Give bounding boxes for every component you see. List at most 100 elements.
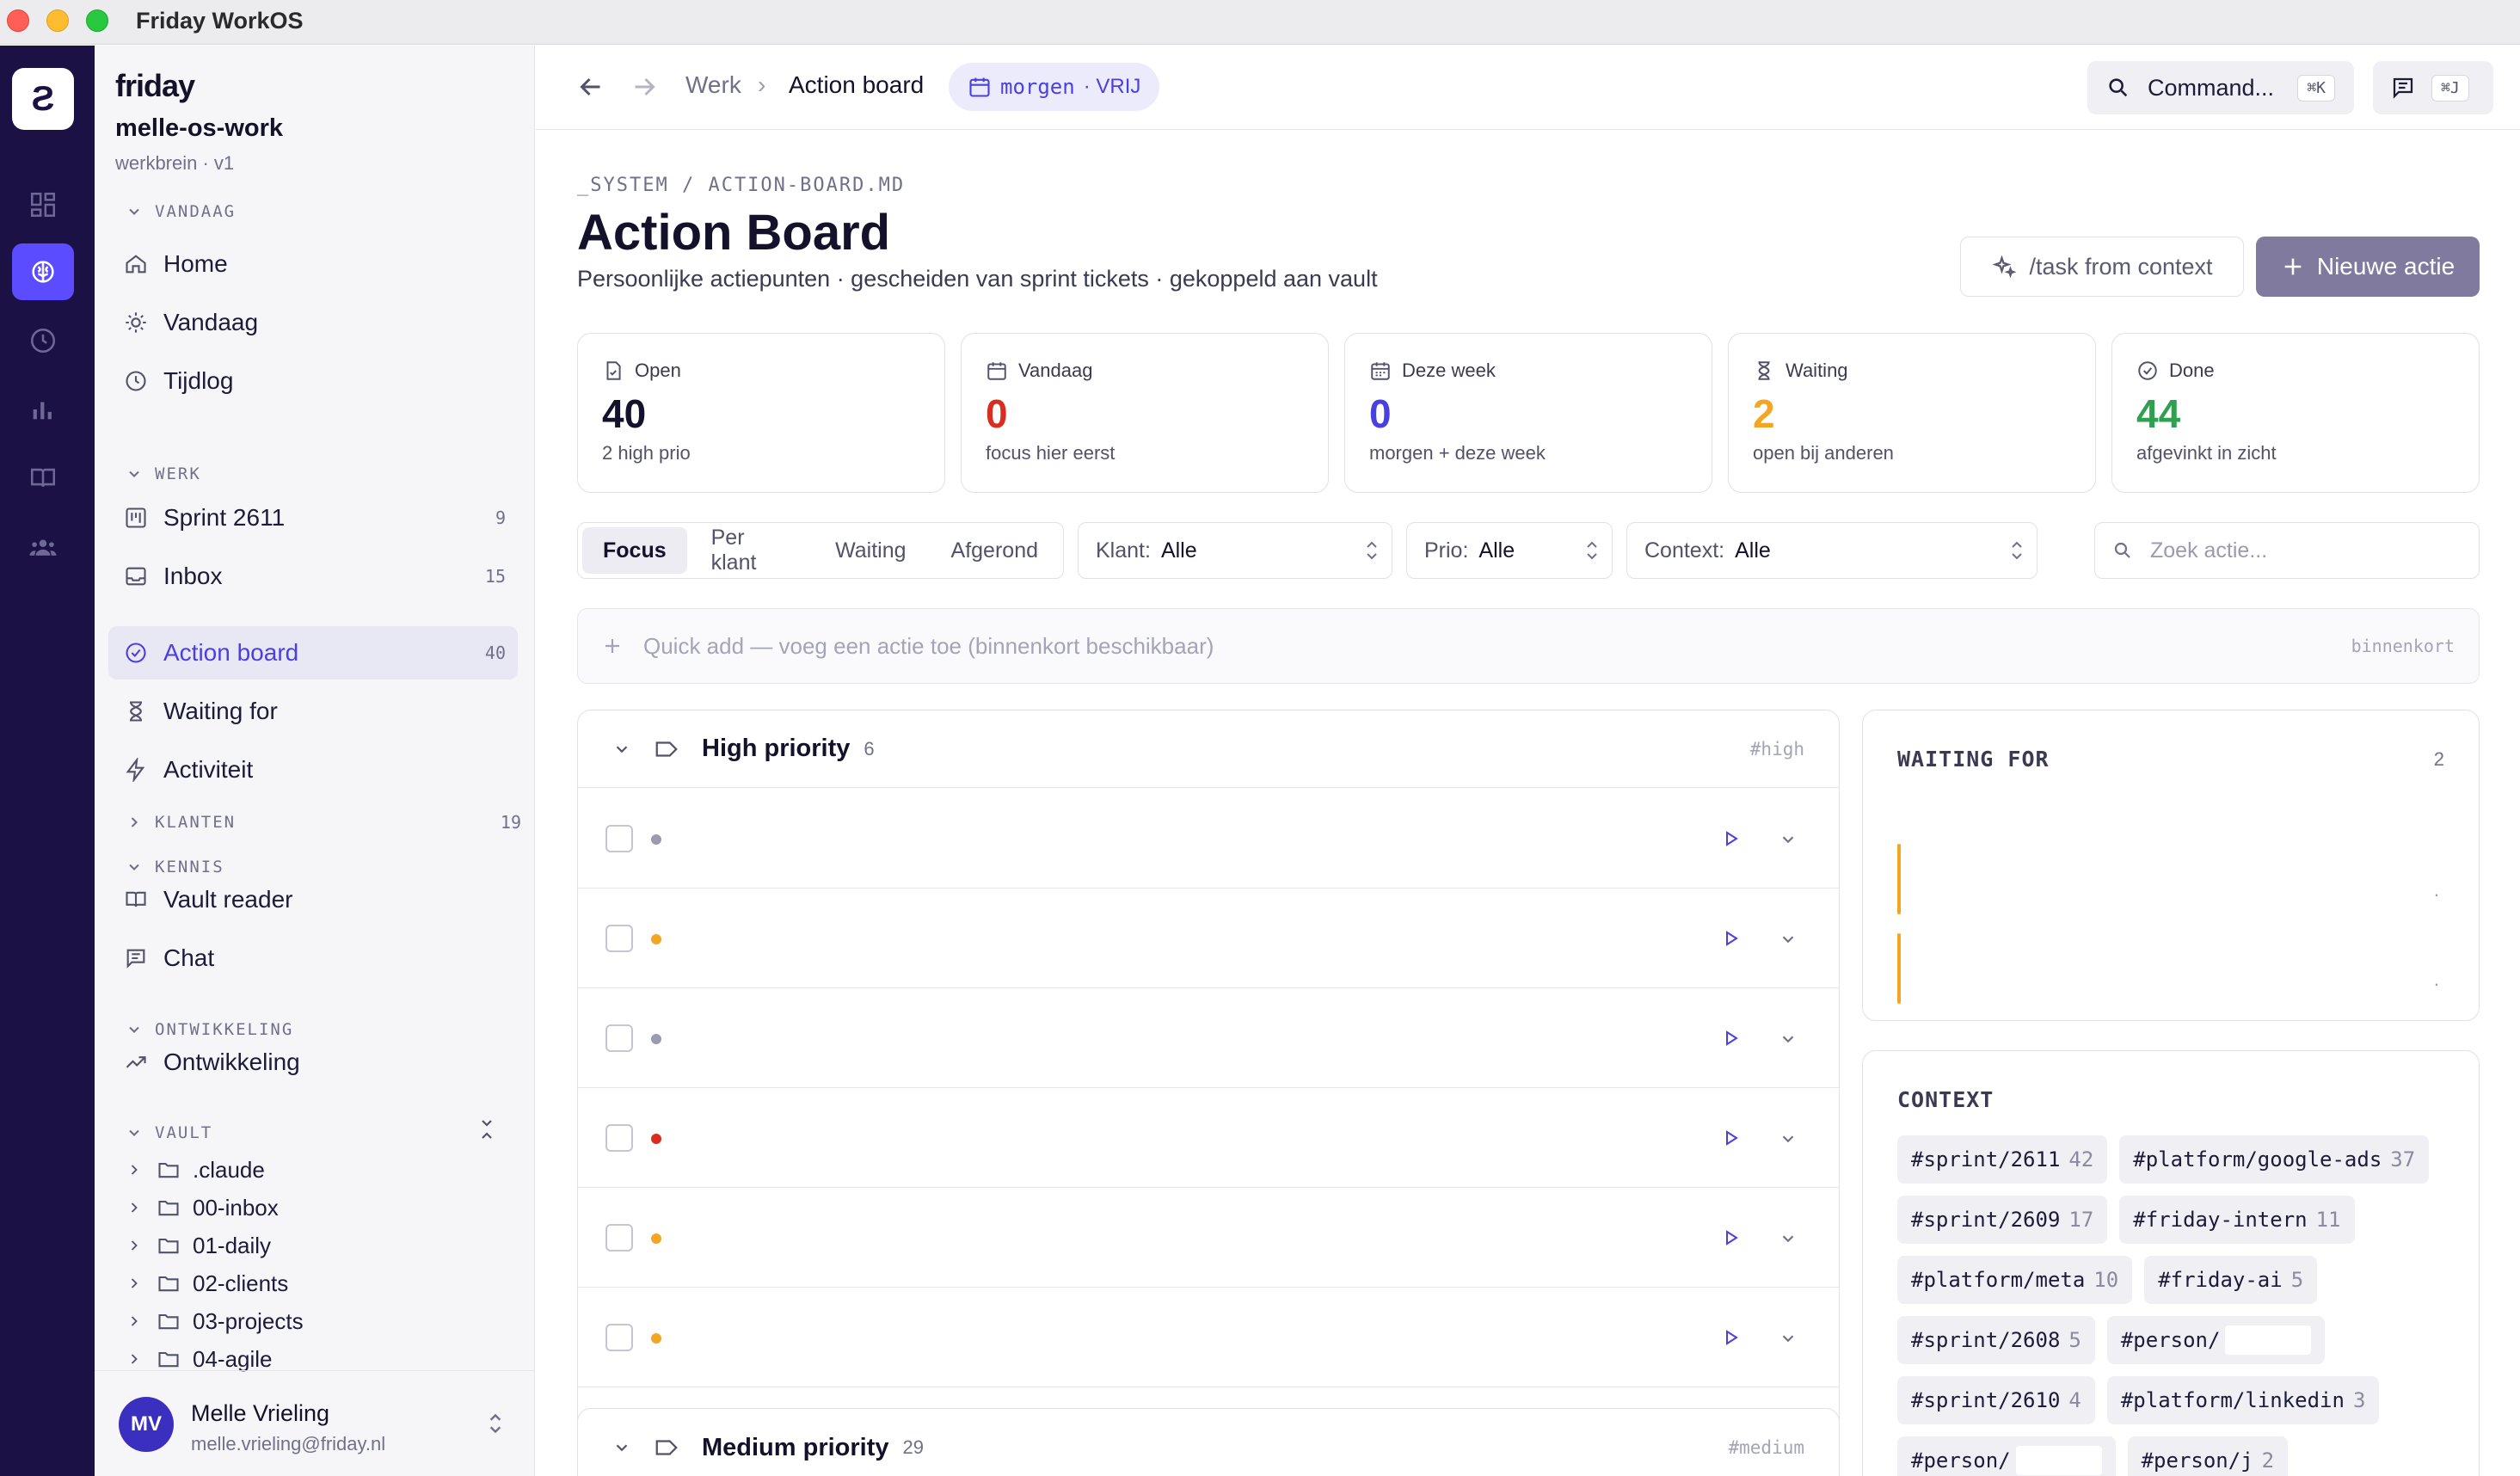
vault-folder[interactable]: 01-daily [126,1228,271,1263]
chevron-down-icon[interactable] [1779,830,1798,849]
rail-stats-button[interactable] [12,381,74,438]
action-checkbox[interactable] [605,1024,633,1052]
group-header[interactable]: High priority 6 #high [578,710,1839,788]
context-chip[interactable]: #platform/linkedin 3 [2106,1376,2380,1424]
collapse-all-icon[interactable] [476,1116,497,1143]
waiting-item-bar[interactable] [1897,844,1901,914]
stat-card-waiting[interactable]: Waiting 2 open bij anderen [1728,333,2096,493]
klant-select[interactable]: Klant: Alle [1078,522,1392,579]
sidebar-item-ontwikkeling[interactable]: Ontwikkeling [108,1036,518,1089]
zoom-window-button[interactable] [86,9,108,32]
chip-count: 5 [2068,1328,2081,1352]
action-row[interactable] [578,988,1839,1088]
chip-tag: #person/ [2120,1328,2221,1352]
context-chip[interactable]: #person/ [1897,1436,2116,1476]
sidebar-item-activiteit[interactable]: Activiteit [108,743,518,796]
back-arrow-icon[interactable] [575,71,606,102]
section-vandaag[interactable]: VANDAAG [126,199,521,224]
context-chip[interactable]: #friday-ai 5 [2144,1256,2318,1304]
app-logo[interactable]: Ƨ [12,68,74,130]
vault-folder[interactable]: 02-clients [126,1266,288,1301]
play-icon[interactable] [1722,828,1741,849]
action-checkbox[interactable] [605,825,633,852]
context-chip[interactable]: #person/ [2106,1316,2326,1364]
chevron-down-icon[interactable] [1779,930,1798,949]
action-row[interactable] [578,889,1839,988]
chevron-up-down-icon [1587,541,1597,560]
sidebar-item-action-board[interactable]: Action board 40 [108,626,518,680]
context-chip[interactable]: #friday-intern 11 [2119,1196,2355,1244]
play-icon[interactable] [1722,1128,1741,1148]
tab-per-klant[interactable]: Per klant [691,526,811,575]
breadcrumb-parent[interactable]: Werk [685,71,741,99]
command-palette-button[interactable]: Command... ⌘K [2087,61,2354,114]
search-icon [2109,78,2128,97]
action-checkbox[interactable] [605,925,633,952]
context-chip[interactable]: #sprint/2609 17 [1897,1196,2108,1244]
chevron-down-icon[interactable] [1779,1329,1798,1348]
new-action-button[interactable]: Nieuwe actie [2256,237,2480,297]
action-row[interactable] [578,1088,1839,1188]
action-checkbox[interactable] [605,1224,633,1252]
context-chip[interactable]: #platform/google-ads 37 [2119,1135,2430,1184]
forward-arrow-icon[interactable] [629,71,660,102]
section-werk[interactable]: WERK [126,461,521,487]
sidebar-item-sprint[interactable]: Sprint 2611 9 [108,491,518,544]
context-select[interactable]: Context: Alle [1626,522,2038,579]
context-chip[interactable]: #sprint/2610 4 [1897,1376,2095,1424]
context-chip[interactable]: #person/j 2 [2127,1436,2289,1476]
quick-add-input[interactable]: Quick add — voeg een actie toe (binnenko… [577,608,2480,684]
stat-card-vandaag[interactable]: Vandaag 0 focus hier eerst [961,333,1329,493]
play-icon[interactable] [1722,1028,1741,1049]
section-vault[interactable]: VAULT [126,1120,521,1146]
rail-book-button[interactable] [12,450,74,507]
tab-waiting[interactable]: Waiting [814,527,926,574]
waiting-item-bar[interactable] [1897,933,1901,1004]
sidebar-item-home[interactable]: Home [108,237,518,291]
task-from-context-button[interactable]: /task from context [1960,237,2244,297]
action-search-input[interactable]: Zoek actie... [2094,522,2480,579]
date-chip[interactable]: morgen · VRIJ [949,63,1160,111]
prio-select[interactable]: Prio: Alle [1406,522,1613,579]
rail-brain-button[interactable] [12,243,74,300]
section-klanten[interactable]: KLANTEN 19 [126,809,521,835]
action-checkbox[interactable] [605,1124,633,1152]
play-icon[interactable] [1722,1327,1741,1348]
action-row[interactable] [578,789,1839,889]
tab-afgerond[interactable]: Afgerond [931,527,1059,574]
action-row[interactable] [578,1288,1839,1387]
sidebar-item-vault-reader[interactable]: Vault reader [108,873,518,926]
rail-team-button[interactable] [12,519,74,575]
play-icon[interactable] [1722,1227,1741,1248]
sidebar-item-tijdlog[interactable]: Tijdlog [108,354,518,408]
action-row[interactable] [578,1188,1839,1288]
user-menu[interactable]: MV Melle Vrieling melle.vrieling@friday.… [95,1370,535,1476]
tab-focus[interactable]: Focus [582,527,687,574]
chevron-down-icon[interactable] [1779,1030,1798,1049]
rail-dashboard-button[interactable] [12,176,74,233]
action-checkbox[interactable] [605,1324,633,1351]
sidebar-item-inbox[interactable]: Inbox 15 [108,550,518,603]
stat-card-deze-week[interactable]: Deze week 0 morgen + deze week [1344,333,1712,493]
context-chip[interactable]: #platform/meta 10 [1897,1256,2133,1304]
play-icon[interactable] [1722,928,1741,949]
sidebar-item-vandaag[interactable]: Vandaag [108,296,518,349]
vault-folder[interactable]: .claude [126,1153,265,1187]
chat-toggle-button[interactable]: ⌘J [2373,61,2493,114]
workspace-name[interactable]: melle-os-work [115,114,283,143]
vault-folder[interactable]: 00-inbox [126,1190,279,1225]
vault-folder[interactable]: 03-projects [126,1304,304,1338]
sidebar-item-chat[interactable]: Chat [108,932,518,985]
sidebar-item-waiting[interactable]: Waiting for [108,685,518,738]
rail-clock-button[interactable] [12,312,74,369]
minimize-window-button[interactable] [46,9,69,32]
context-chip[interactable]: #sprint/2608 5 [1897,1316,2095,1364]
stat-card-open[interactable]: Open 40 2 high prio [577,333,945,493]
chevron-down-icon[interactable] [1779,1129,1798,1148]
sidebar-item-label: Waiting for [163,698,278,724]
group-header[interactable]: Medium priority 29 #medium [578,1409,1839,1476]
chevron-down-icon[interactable] [1779,1229,1798,1248]
context-chip[interactable]: #sprint/2611 42 [1897,1135,2108,1184]
stat-card-done[interactable]: Done 44 afgevinkt in zicht [2111,333,2480,493]
close-window-button[interactable] [7,9,29,32]
